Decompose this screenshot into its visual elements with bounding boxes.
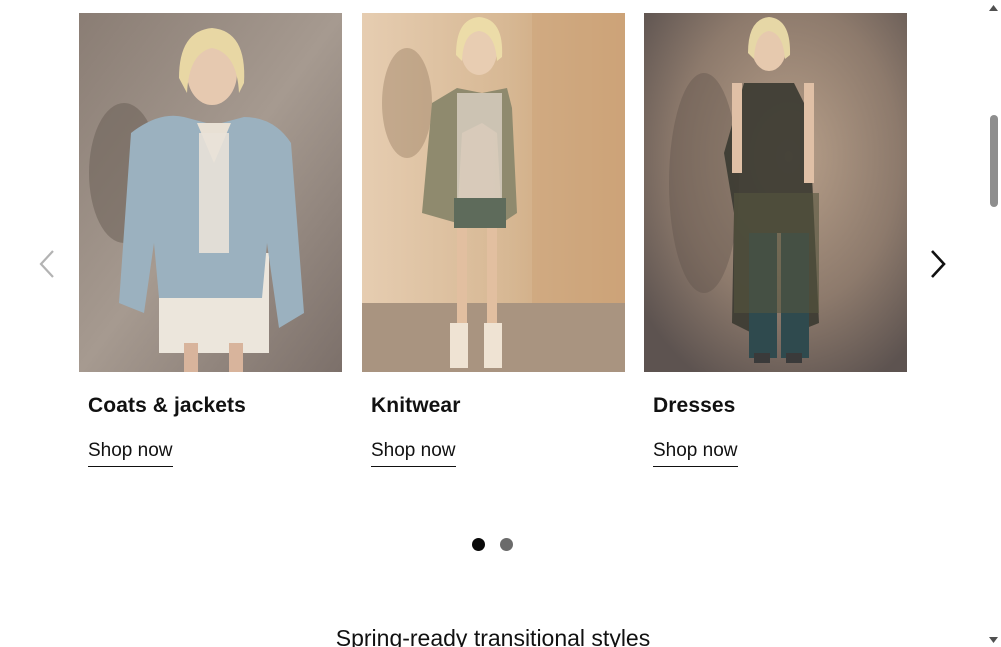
scroll-up-arrow-icon[interactable] bbox=[989, 3, 998, 12]
shop-now-link[interactable]: Shop now bbox=[371, 440, 456, 467]
scrollbar-thumb[interactable] bbox=[990, 115, 998, 207]
card-title[interactable]: Knitwear bbox=[371, 394, 625, 418]
card-image-knitwear[interactable] bbox=[362, 13, 625, 372]
page-scrollbar[interactable] bbox=[986, 0, 1001, 647]
chevron-right-icon bbox=[931, 250, 946, 278]
card-image-dresses[interactable] bbox=[644, 13, 907, 372]
shop-now-link[interactable]: Shop now bbox=[88, 440, 173, 467]
section-heading: Spring-ready transitional styles bbox=[335, 625, 651, 647]
category-card-coats-jackets[interactable]: Coats & jackets Shop now bbox=[79, 13, 342, 467]
chevron-left-icon bbox=[39, 250, 54, 278]
page: Coats & jackets Shop now Knitwear Shop n… bbox=[0, 0, 1001, 647]
card-title[interactable]: Dresses bbox=[653, 394, 907, 418]
scroll-down-arrow-icon[interactable] bbox=[989, 635, 998, 644]
pagination-dot-2[interactable] bbox=[500, 538, 513, 551]
carousel-next-button[interactable] bbox=[920, 246, 956, 282]
carousel-prev-button[interactable] bbox=[29, 246, 65, 282]
carousel-pagination bbox=[472, 538, 513, 552]
pagination-dot-1[interactable] bbox=[472, 538, 485, 551]
card-title[interactable]: Coats & jackets bbox=[88, 394, 342, 418]
card-image-coats-jackets[interactable] bbox=[79, 13, 342, 372]
shop-now-link[interactable]: Shop now bbox=[653, 440, 738, 467]
category-carousel: Coats & jackets Shop now Knitwear Shop n… bbox=[0, 0, 986, 551]
category-card-knitwear[interactable]: Knitwear Shop now bbox=[362, 13, 625, 467]
category-card-dresses[interactable]: Dresses Shop now bbox=[644, 13, 907, 467]
